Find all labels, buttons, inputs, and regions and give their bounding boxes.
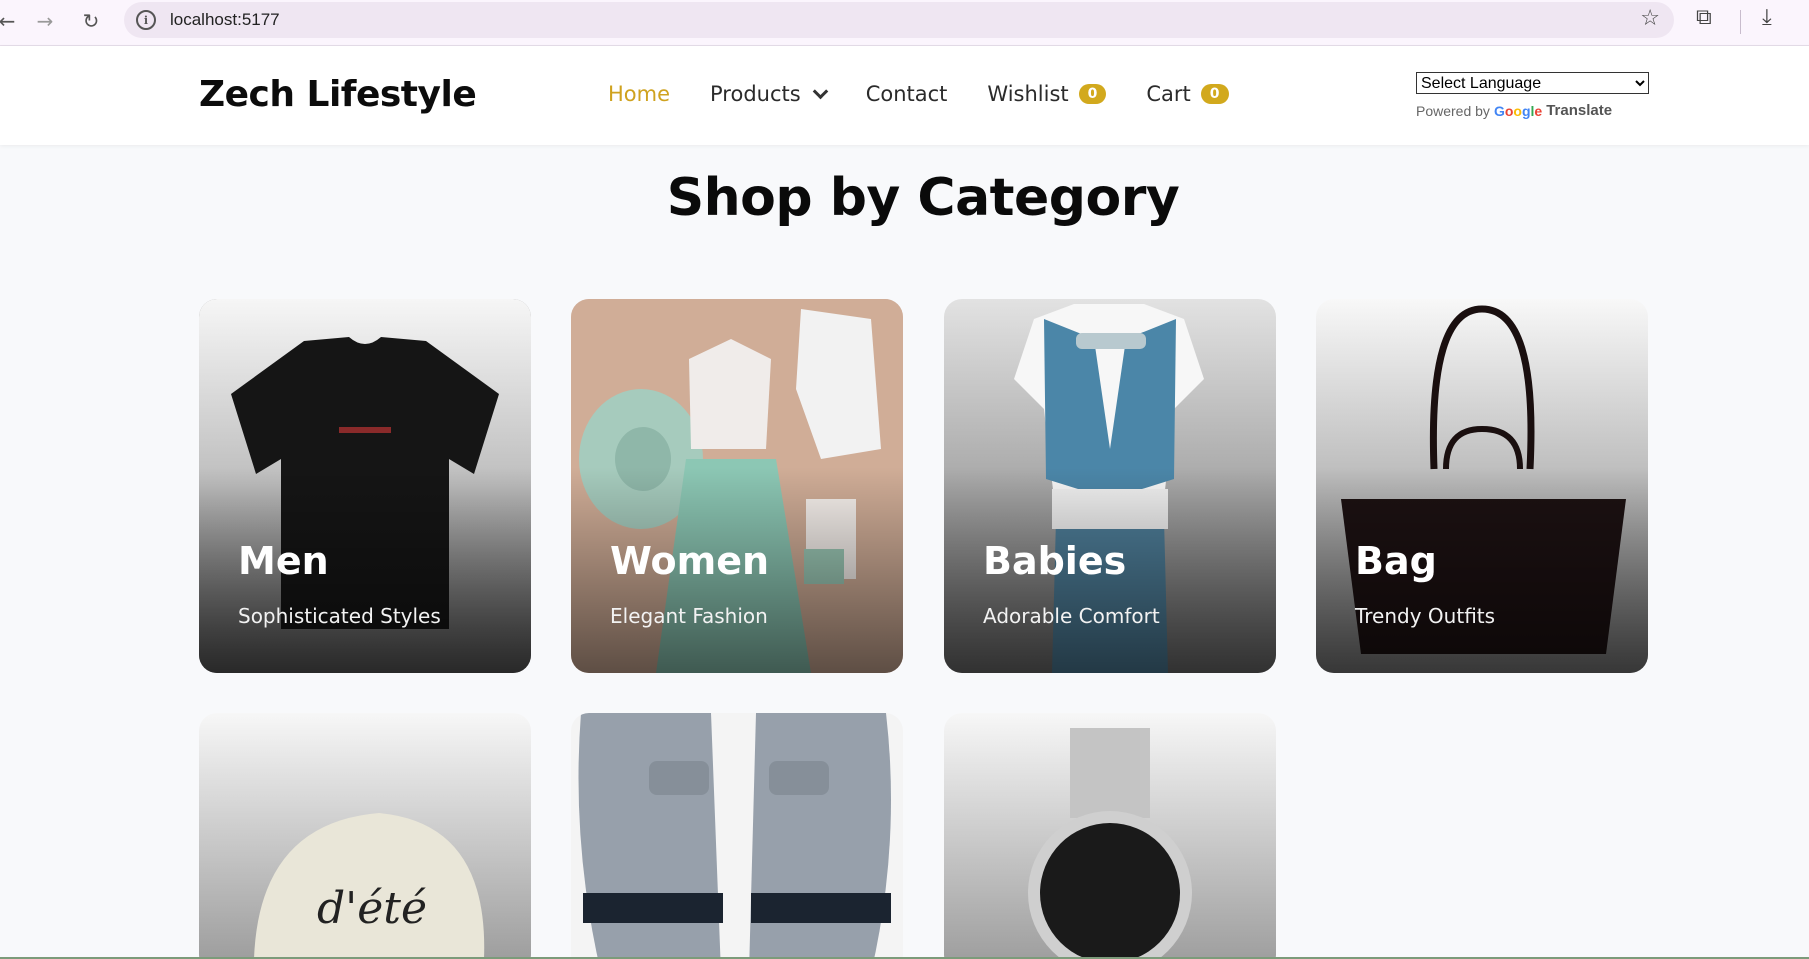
forward-icon[interactable]: → [30,6,60,36]
google-logo[interactable]: Google [1494,103,1542,119]
category-subtitle: Sophisticated Styles [238,604,441,628]
nav-home-label: Home [608,82,671,106]
category-title: Babies [983,539,1127,583]
extensions-icon[interactable]: ⧉ [1696,5,1712,30]
url-text[interactable]: localhost:5177 [170,10,280,30]
powered-by-text: Powered by [1416,102,1490,119]
download-icon[interactable]: ⤓ [1762,5,1772,30]
category-card-babies[interactable]: Babies Adorable Comfort [944,299,1276,673]
nav-products[interactable]: Products [710,82,828,106]
nav-cart[interactable]: Cart 0 [1146,82,1229,106]
cream-cap-image: d'été [199,713,531,959]
nav-products-label: Products [710,82,801,106]
reload-icon[interactable]: ↻ [76,6,106,36]
category-card-women[interactable]: Women Elegant Fashion [571,299,903,673]
translate-link[interactable]: Translate [1546,102,1612,119]
category-card-slippers[interactable] [571,713,903,959]
category-card-men[interactable]: Men Sophisticated Styles [199,299,531,673]
nav-contact[interactable]: Contact [866,82,948,106]
browser-toolbar: ← → ↻ i localhost:5177 ☆ ⧉ ⤓ [0,0,1809,46]
nav-contact-label: Contact [865,82,948,106]
category-card-bag[interactable]: Bag Trendy Outfits [1316,299,1648,673]
wishlist-count-badge: 0 [1078,84,1107,104]
site-logo[interactable]: Zech Lifestyle [199,74,477,115]
category-card-cap[interactable]: d'été [199,713,531,959]
language-select[interactable]: Select Language [1416,72,1649,94]
address-bar[interactable]: i localhost:5177 ☆ [124,2,1674,38]
nav-home[interactable]: Home [608,82,670,106]
nav-cart-label: Cart [1146,82,1191,106]
grey-slippers-image [571,713,903,959]
category-subtitle: Trendy Outfits [1355,604,1496,628]
category-title: Bag [1355,539,1437,583]
category-subtitle: Adorable Comfort [983,604,1160,628]
cart-count-badge: 0 [1200,84,1229,104]
nav-wishlist-label: Wishlist [987,82,1069,106]
toolbar-divider [1740,10,1741,34]
back-icon[interactable]: ← [0,6,22,36]
site-info-icon[interactable]: i [136,10,156,30]
category-title: Women [610,539,770,583]
main-nav: Home Products Contact Wishlist 0 Cart 0 [608,82,1269,106]
silver-watch-image [944,713,1276,959]
category-subtitle: Elegant Fashion [610,604,768,628]
category-card-watch[interactable] [944,713,1276,959]
site-header: Zech Lifestyle Home Products Contact Wis… [0,46,1809,145]
chevron-down-icon [812,83,828,99]
google-translate-credit: Powered by Google Translate [1416,102,1612,119]
nav-wishlist[interactable]: Wishlist 0 [987,82,1107,106]
section-title: Shop by Category [666,168,1180,228]
bookmark-star-icon[interactable]: ☆ [1640,6,1660,31]
svg-text:d'été: d'été [317,883,427,934]
category-title: Men [238,539,329,583]
